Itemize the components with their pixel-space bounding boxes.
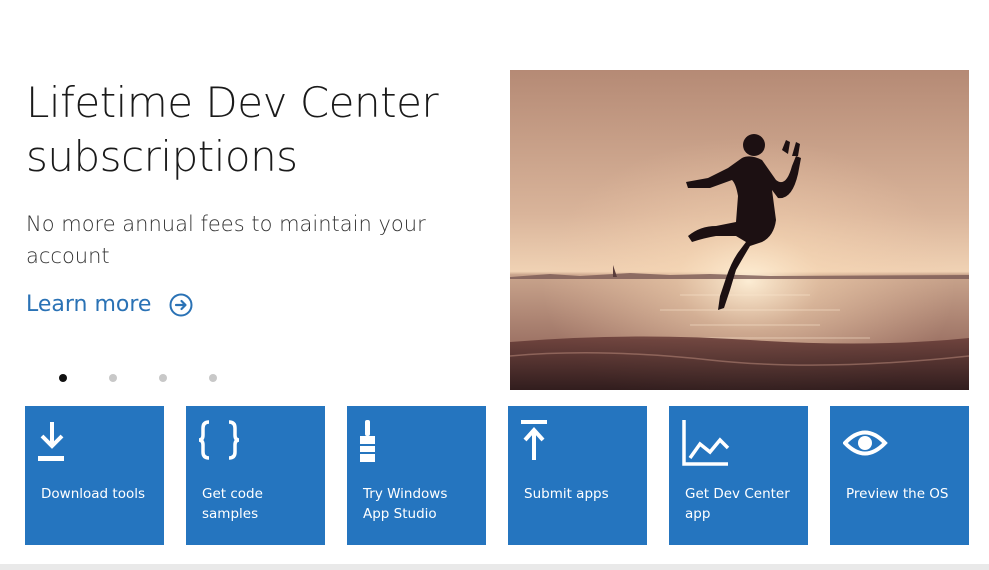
tile-label: Try Windows App Studio bbox=[363, 486, 448, 522]
line-chart-icon bbox=[682, 420, 730, 468]
braces-icon bbox=[199, 420, 247, 468]
tile-get-dev-center-app[interactable]: Get Dev Center app bbox=[669, 406, 808, 545]
learn-more-link[interactable]: Learn more bbox=[26, 292, 193, 317]
hero-image bbox=[510, 70, 969, 390]
page: Lifetime Dev Center subscriptions No mor… bbox=[0, 0, 989, 570]
carousel-dot-2[interactable] bbox=[109, 374, 117, 382]
carousel-dots bbox=[59, 374, 217, 382]
tile-label: Submit apps bbox=[524, 486, 609, 502]
hero-subtitle: No more annual fees to maintain your acc… bbox=[26, 212, 426, 268]
tile-label: Preview the OS bbox=[846, 486, 949, 502]
hero-title: Lifetime Dev Center subscriptions bbox=[26, 78, 439, 181]
learn-more-label: Learn more bbox=[26, 292, 152, 317]
carousel-dot-1[interactable] bbox=[59, 374, 67, 382]
tile-submit-apps[interactable]: Submit apps bbox=[508, 406, 647, 545]
tile-label: Download tools bbox=[41, 486, 145, 502]
arrow-circle-right-icon bbox=[169, 293, 193, 317]
tile-label: Get code samples bbox=[202, 486, 263, 522]
upload-icon bbox=[521, 420, 569, 468]
tile-try-windows-app-studio[interactable]: Try Windows App Studio bbox=[347, 406, 486, 545]
download-icon bbox=[38, 420, 86, 468]
tile-get-code-samples[interactable]: Get code samples bbox=[186, 406, 325, 545]
tile-label: Get Dev Center app bbox=[685, 486, 790, 522]
carousel-dot-3[interactable] bbox=[159, 374, 167, 382]
paintbrush-icon bbox=[360, 420, 408, 468]
quick-links: Download tools Get code samples Try Wind… bbox=[25, 406, 969, 545]
tile-download-tools[interactable]: Download tools bbox=[25, 406, 164, 545]
bottom-divider bbox=[0, 564, 989, 570]
eye-icon bbox=[843, 420, 891, 468]
tile-preview-the-os[interactable]: Preview the OS bbox=[830, 406, 969, 545]
carousel-dot-4[interactable] bbox=[209, 374, 217, 382]
